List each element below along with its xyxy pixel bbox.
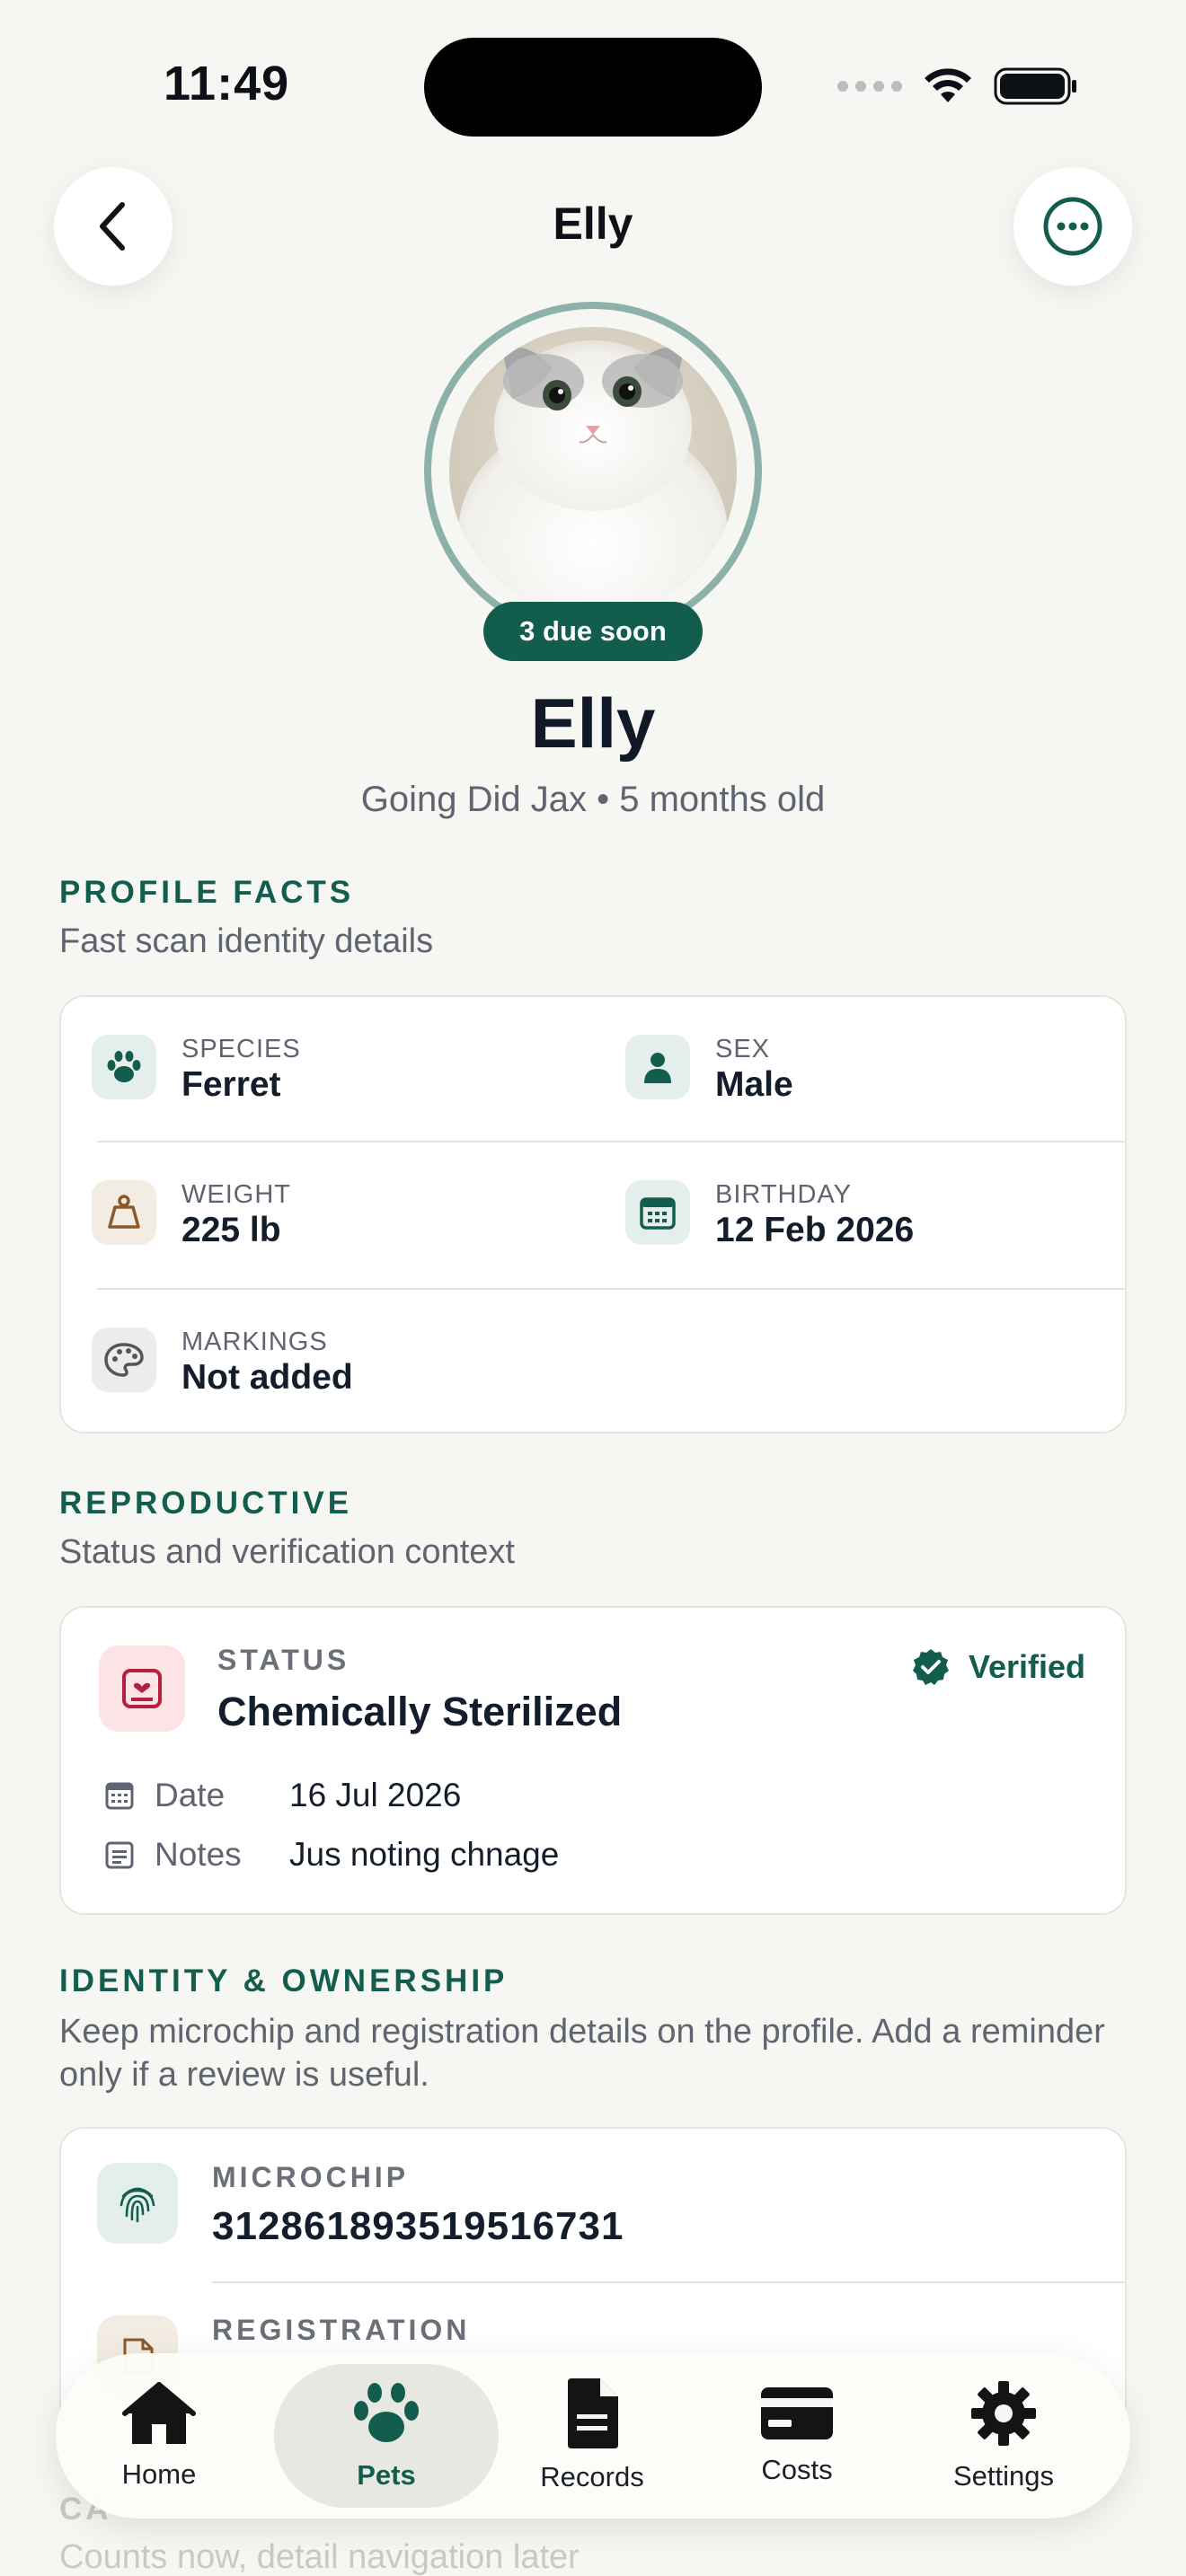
- microchip-label: MICROCHIP: [212, 2161, 410, 2193]
- facts-divider: [97, 1288, 1125, 1290]
- tab-pets[interactable]: Pets: [274, 2364, 499, 2508]
- next-section-description: Counts now, detail navigation later: [59, 2538, 580, 2576]
- wifi-icon: [925, 68, 971, 102]
- battery-icon: [994, 67, 1076, 105]
- fingerprint-icon: [97, 2163, 178, 2244]
- verified-seal-icon: [912, 1649, 949, 1685]
- reproductive-status-label: STATUS: [217, 1644, 350, 1676]
- date-label: Date: [155, 1777, 226, 1813]
- weight-label: WEIGHT: [181, 1180, 291, 1209]
- identity-description: Keep microchip and registration details …: [59, 2013, 1105, 2094]
- tab-bar: Home Pets Records Costs Settings: [56, 2353, 1130, 2519]
- microchip-value[interactable]: 312861893519516731: [212, 2204, 624, 2249]
- more-options-button[interactable]: [1013, 167, 1132, 286]
- nav-title: Elly: [553, 198, 633, 249]
- pet-profile-screen: 11:49 Elly 3 due soon Elly Going Did Jax…: [0, 0, 1186, 2576]
- birthday-label: BIRTHDAY: [715, 1180, 852, 1209]
- pet-name: Elly: [530, 684, 656, 763]
- tab-settings[interactable]: Settings: [900, 2353, 1107, 2519]
- calendar-icon: [105, 1782, 134, 1810]
- house-icon: [122, 2382, 196, 2444]
- identity-title: IDENTITY & OWNERSHIP: [59, 1963, 509, 1998]
- subtitle-separator: •: [597, 780, 610, 819]
- tab-costs-label: Costs: [761, 2454, 833, 2485]
- reproductive-title: REPRODUCTIVE: [59, 1486, 353, 1521]
- tab-records[interactable]: Records: [489, 2353, 695, 2519]
- markings-value: Not added: [181, 1358, 353, 1397]
- reproductive-description: Status and verification context: [59, 1533, 515, 1571]
- gear-icon: [971, 2381, 1036, 2446]
- reproductive-status-value: Chemically Sterilized: [217, 1689, 623, 1734]
- profile-facts-title: PROFILE FACTS: [59, 875, 355, 910]
- ellipsis-circle-icon: [1043, 197, 1102, 256]
- registration-label: REGISTRATION: [212, 2314, 471, 2346]
- weight-icon: [92, 1180, 156, 1245]
- dynamic-island: [424, 38, 762, 137]
- profile-facts-description: Fast scan identity details: [59, 922, 434, 960]
- birthday-value: 12 Feb 2026: [715, 1211, 915, 1249]
- reproductive-status-icon: [99, 1645, 185, 1732]
- profile-facts-card: SPECIES Ferret SEX Male WEIGHT 225 lb BI…: [59, 995, 1127, 1434]
- verified-badge: Verified: [911, 1647, 1085, 1687]
- cellular-signal-icon: [837, 81, 902, 92]
- paw-icon: [92, 1035, 156, 1099]
- pet-avatar[interactable]: [449, 327, 737, 614]
- pet-age: 5 months old: [619, 780, 826, 819]
- paw-icon: [354, 2383, 419, 2442]
- verified-label: Verified: [968, 1648, 1085, 1685]
- facts-divider: [97, 1141, 1125, 1142]
- pet-breed: Going Did Jax: [360, 780, 587, 819]
- date-value: 16 Jul 2026: [289, 1777, 462, 1813]
- notes-icon: [105, 1841, 134, 1869]
- reproductive-notes-row: Notes Jus noting chnage: [104, 1836, 559, 1874]
- notes-label: Notes: [155, 1836, 242, 1873]
- reproductive-date-row: Date 16 Jul 2026: [104, 1777, 461, 1814]
- tab-settings-label: Settings: [952, 2460, 1054, 2492]
- status-time: 11:49: [164, 57, 290, 110]
- sex-value: Male: [715, 1065, 793, 1104]
- tab-home-label: Home: [121, 2458, 197, 2490]
- reproductive-card[interactable]: STATUS Chemically Sterilized Verified Da…: [59, 1606, 1127, 1915]
- cat-photo: [449, 327, 737, 614]
- weight-value: 225 lb: [181, 1211, 281, 1249]
- sex-label: SEX: [715, 1035, 771, 1063]
- calendar-icon: [625, 1180, 690, 1245]
- tab-pets-label: Pets: [357, 2459, 416, 2491]
- notes-value: Jus noting chnage: [289, 1836, 560, 1873]
- species-value: Ferret: [181, 1065, 281, 1104]
- tab-home[interactable]: Home: [56, 2353, 262, 2519]
- person-icon: [625, 1035, 690, 1099]
- species-label: SPECIES: [181, 1035, 301, 1063]
- status-indicators: [837, 66, 1078, 106]
- document-icon: [568, 2378, 618, 2448]
- pet-subtitle: Going Did Jax • 5 months old: [0, 780, 1186, 820]
- markings-label: MARKINGS: [181, 1328, 328, 1356]
- tab-records-label: Records: [540, 2461, 644, 2492]
- palette-icon: [92, 1328, 156, 1392]
- credit-card-icon: [761, 2387, 833, 2439]
- due-soon-badge[interactable]: 3 due soon: [483, 602, 703, 661]
- tab-costs[interactable]: Costs: [694, 2353, 900, 2519]
- identity-divider: [212, 2281, 1125, 2283]
